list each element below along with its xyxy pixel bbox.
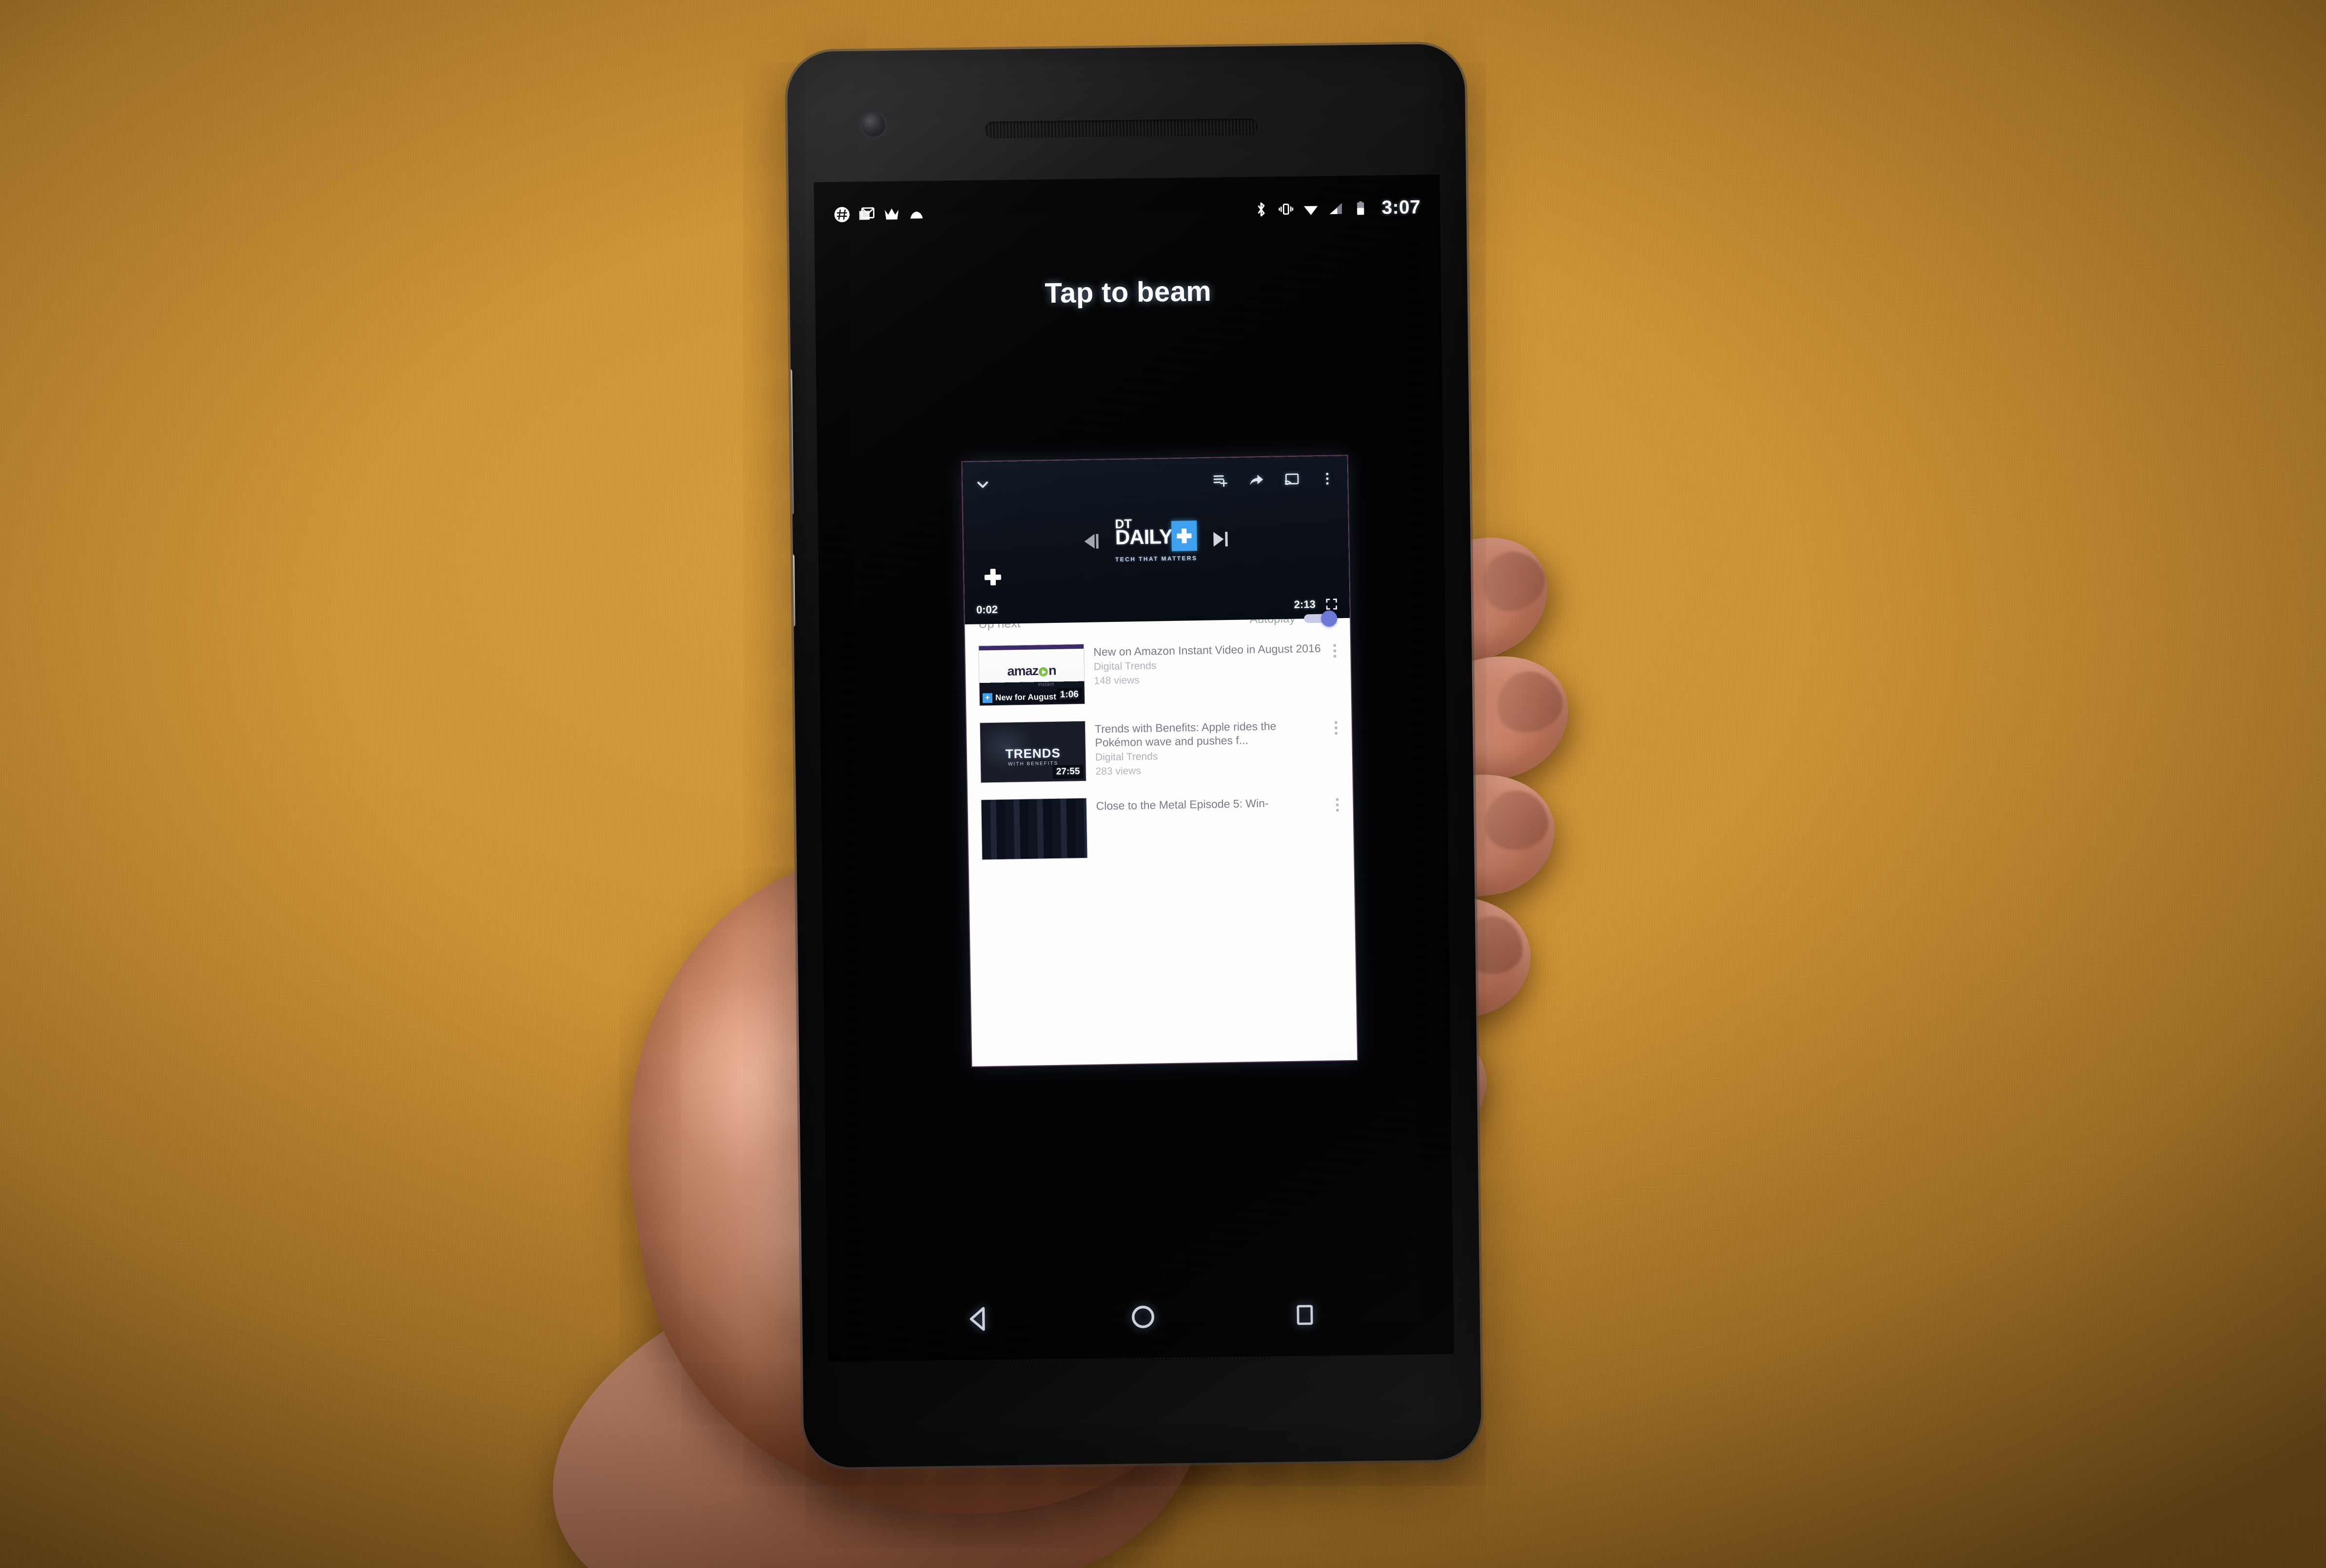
thumbnail-top-bar xyxy=(979,644,1084,651)
video-thumbnail[interactable]: TRENDS WITH BENEFITS 27:55 xyxy=(980,721,1086,783)
video-thumbnail[interactable] xyxy=(981,798,1087,860)
wifi-icon xyxy=(1304,206,1318,215)
list-item[interactable]: Close to the Metal Episode 5: Win- xyxy=(968,787,1354,860)
share-icon[interactable] xyxy=(1248,472,1264,487)
back-button[interactable] xyxy=(964,1305,993,1334)
beam-title: Tap to beam xyxy=(1045,275,1212,310)
digital-trends-plus-mark xyxy=(1171,520,1197,551)
player-actions xyxy=(1213,471,1335,488)
autoplay-toggle[interactable] xyxy=(1304,610,1337,627)
list-item-meta: New on Amazon Instant Video in August 20… xyxy=(1093,640,1324,703)
suggested-video-channel: Digital Trends xyxy=(1095,751,1158,763)
middle-fingernail xyxy=(1489,663,1569,740)
player-duration: 2:13 xyxy=(1294,598,1316,611)
overflow-menu-icon[interactable] xyxy=(1319,471,1335,486)
front-camera xyxy=(861,113,886,137)
dt-wordmark: DT DAILY xyxy=(1115,516,1197,552)
bluetooth-icon xyxy=(1258,202,1265,217)
amazon-word-head: amaz xyxy=(1007,663,1039,679)
slack-icon xyxy=(834,207,850,222)
suggested-video-title: New on Amazon Instant Video in August 20… xyxy=(1093,641,1321,658)
player-bottom-right: 2:13 xyxy=(1294,598,1338,611)
earpiece-speaker xyxy=(985,118,1258,138)
status-bar-clock: 3:07 xyxy=(1381,196,1421,218)
trends-wordmark: TRENDS WITH BENEFITS xyxy=(1006,746,1061,767)
index-fingernail xyxy=(1472,541,1554,621)
suggested-video-views: 283 views xyxy=(1095,765,1142,777)
phone-screen[interactable]: 3:07 Tap to beam DT DAILY TECH THAT MATT… xyxy=(814,174,1454,1362)
volume-rocker-button[interactable] xyxy=(787,368,794,515)
logo-daily-text: DAILY xyxy=(1115,524,1173,549)
next-track-icon[interactable] xyxy=(1213,531,1228,546)
fullscreen-icon[interactable] xyxy=(1325,598,1338,610)
video-duration: 1:06 xyxy=(1056,687,1083,702)
dt-daily-logo: DT DAILY TECH THAT MATTERS xyxy=(1115,516,1198,563)
gmail-icon xyxy=(859,207,875,220)
status-bar-notifications xyxy=(833,205,925,223)
autoplay-knob xyxy=(1321,610,1337,627)
logo-tagline: TECH THAT MATTERS xyxy=(1115,554,1198,563)
video-thumbnail[interactable]: amaz n instant + New for August 2016 1:0… xyxy=(979,644,1085,706)
status-bar: 3:07 xyxy=(814,191,1440,231)
amazon-play-glyph xyxy=(1038,667,1048,677)
dt-chip-icon: + xyxy=(982,693,993,703)
suggested-video-title: Close to the Metal Episode 5: Win- xyxy=(1096,796,1269,813)
amazon-wordmark: amaz n xyxy=(1007,663,1056,679)
overflow-menu-icon[interactable] xyxy=(1333,640,1337,699)
suggested-video-views: 148 views xyxy=(1094,674,1140,687)
list-item[interactable]: TRENDS WITH BENEFITS 27:55 Trends with B… xyxy=(967,710,1353,794)
amazon-instant-label: instant xyxy=(1038,681,1054,688)
crown-icon xyxy=(885,208,899,220)
cloud-icon xyxy=(910,212,923,219)
status-bar-system: 3:07 xyxy=(1253,196,1421,220)
add-to-playlist-icon[interactable] xyxy=(1213,472,1228,488)
cellular-signal-icon xyxy=(1330,203,1342,214)
cast-icon[interactable] xyxy=(1284,471,1299,487)
list-item-meta: Close to the Metal Episode 5: Win- xyxy=(1096,794,1326,857)
home-button[interactable] xyxy=(1130,1304,1157,1331)
overflow-menu-icon[interactable] xyxy=(1335,794,1340,853)
suggested-video-title: Trends with Benefits: Apple rides the Po… xyxy=(1094,719,1277,749)
video-player[interactable]: DT DAILY TECH THAT MATTERS 0:02 2:13 xyxy=(962,455,1350,624)
ring-fingernail xyxy=(1481,787,1551,854)
suggested-video-channel: Digital Trends xyxy=(1093,660,1157,673)
recent-apps-button[interactable] xyxy=(1293,1303,1317,1327)
player-current-time: 0:02 xyxy=(976,603,998,616)
previous-track-icon[interactable] xyxy=(1084,533,1099,549)
list-item[interactable]: amaz n instant + New for August 2016 1:0… xyxy=(965,633,1352,716)
battery-icon xyxy=(1357,201,1364,215)
trends-title-text: TRENDS xyxy=(1005,746,1061,762)
chevron-down-icon[interactable] xyxy=(975,477,990,492)
overflow-menu-icon[interactable] xyxy=(1334,717,1339,776)
android-navigation-bar xyxy=(827,1284,1454,1350)
power-button[interactable] xyxy=(788,554,795,627)
list-item-meta: Trends with Benefits: Apple rides the Po… xyxy=(1095,717,1325,780)
beam-share-card[interactable]: DT DAILY TECH THAT MATTERS 0:02 2:13 ama… xyxy=(962,455,1357,1066)
vibrate-icon xyxy=(1279,203,1294,215)
amazon-word-tail: n xyxy=(1048,663,1056,678)
video-duration: 27:55 xyxy=(1052,764,1084,779)
screenshot-stage: 3:07 Tap to beam DT DAILY TECH THAT MATT… xyxy=(0,0,2326,1568)
smartphone: 3:07 Tap to beam DT DAILY TECH THAT MATT… xyxy=(787,43,1482,1468)
